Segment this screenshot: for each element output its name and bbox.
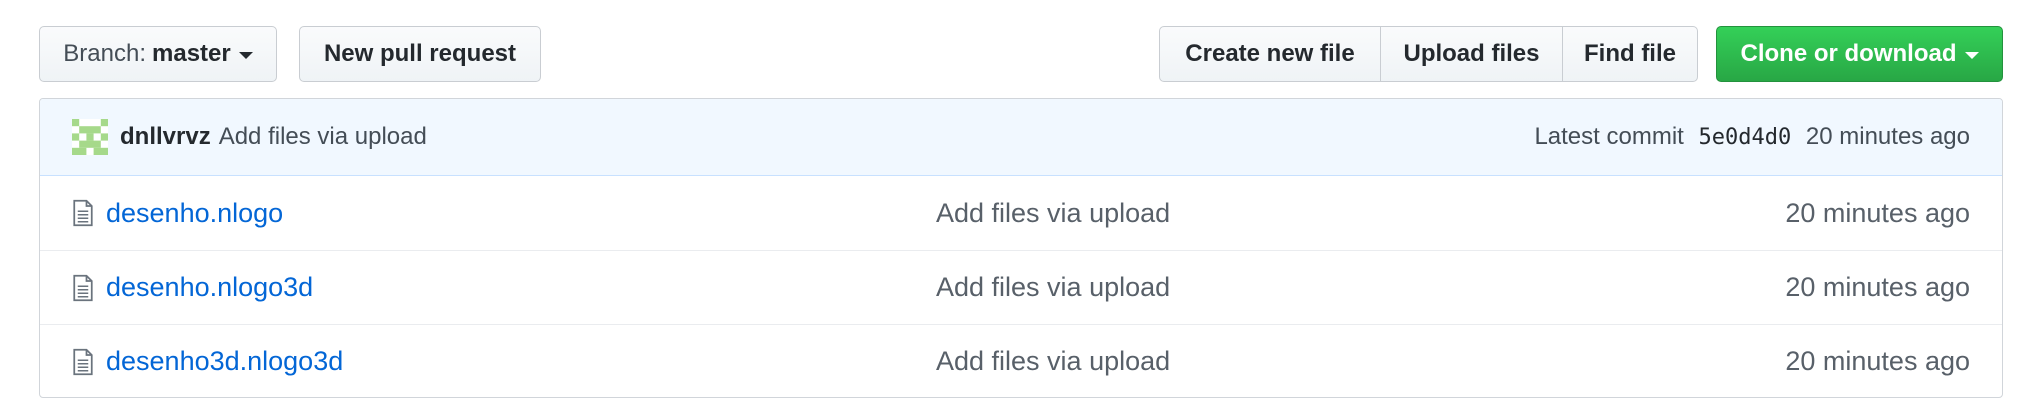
file-age: 20 minutes ago [1785,346,1970,376]
file-icon [73,199,93,227]
repo-toolbar: Branch: master New pull request Create n… [39,26,2003,82]
file-name-link[interactable]: desenho.nlogo3d [106,272,936,303]
clone-or-download-label: Clone or download [1740,40,1957,67]
upload-files-button[interactable]: Upload files [1380,26,1563,82]
file-age: 20 minutes ago [1785,197,1970,228]
file-age: 20 minutes ago [1785,272,1970,302]
commit-message-link[interactable]: Add files via upload [219,123,427,151]
file-commit-message-link[interactable]: Add files via upload [936,198,1170,229]
file-row: desenho3d.nlogo3d Add files via upload 2… [40,324,2002,397]
file-commit-message-link[interactable]: Add files via upload [936,346,1170,377]
caret-down-icon [238,52,253,59]
caret-down-icon [1964,52,1979,59]
branch-select-button[interactable]: Branch: master [39,26,277,82]
latest-commit-label: Latest commit [1534,123,1684,150]
branch-name-label: master [152,40,231,67]
commit-sha-link[interactable]: 5e0d4d0 [1699,125,1792,150]
latest-commit-bar: dnllvrvz Add files via upload Latest com… [40,99,2002,176]
find-file-button[interactable]: Find file [1562,26,1698,82]
clone-or-download-button[interactable]: Clone or download [1716,26,2003,82]
commit-meta: Latest commit 5e0d4d0 20 minutes ago [1534,123,1970,151]
create-new-file-button[interactable]: Create new file [1159,26,1381,82]
file-row: desenho.nlogo3d Add files via upload 20 … [40,250,2002,324]
file-icon [73,274,93,301]
commit-age: 20 minutes ago [1805,123,1970,150]
file-row: desenho.nlogo Add files via upload 20 mi… [40,176,2002,250]
file-name-link[interactable]: desenho.nlogo [106,198,936,229]
file-commit-message-link[interactable]: Add files via upload [936,272,1170,303]
file-name-link[interactable]: desenho3d.nlogo3d [106,346,936,377]
new-pull-request-button[interactable]: New pull request [299,26,541,82]
author-avatar[interactable] [72,119,108,155]
file-icon [73,348,93,375]
file-actions-group: Create new file Upload files Find file [1159,26,1698,82]
commit-author-link[interactable]: dnllvrvz [120,123,211,151]
branch-prefix-label: Branch: [63,40,146,67]
file-navigation-table: dnllvrvz Add files via upload Latest com… [39,98,2003,398]
